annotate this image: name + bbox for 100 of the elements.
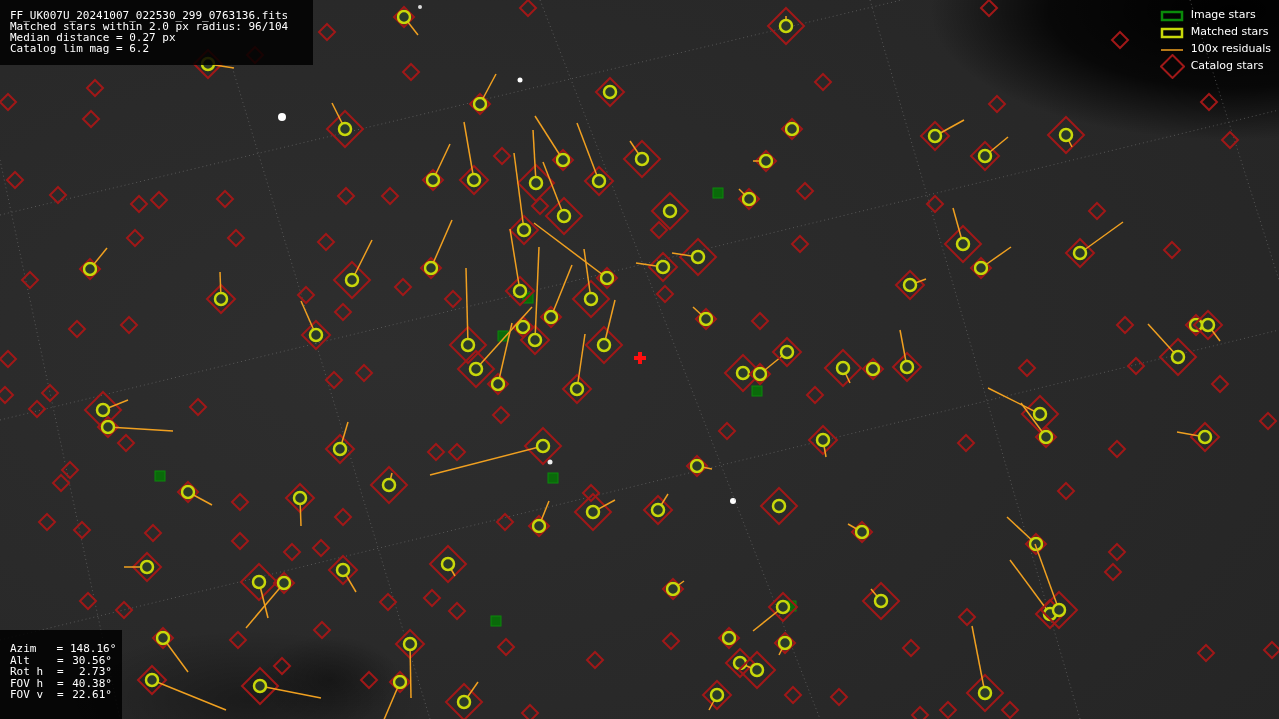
matched-star-marker bbox=[176, 480, 213, 506]
parameter-value: 40.38° bbox=[71, 677, 112, 689]
parameter-value: 30.56° bbox=[71, 654, 112, 666]
matched-star-marker bbox=[635, 251, 679, 283]
info-line: FF_UK007U_20241007_022530_299_0763136.fits bbox=[10, 10, 290, 21]
catalog-star-marker bbox=[1017, 358, 1037, 378]
matched-star-marker bbox=[421, 143, 451, 192]
parameter-value: 22.61° bbox=[71, 689, 112, 701]
parameter-label: FOV h bbox=[10, 677, 45, 689]
matched-star-marker bbox=[894, 269, 927, 301]
matched-star-marker bbox=[573, 492, 616, 532]
catalog-star-marker bbox=[60, 460, 80, 480]
catalog-star-marker bbox=[81, 109, 101, 129]
catalog-star-marker bbox=[149, 190, 169, 210]
catalog-star-marker bbox=[518, 0, 538, 18]
catalog-star-marker bbox=[585, 650, 605, 670]
matched-star-marker bbox=[392, 5, 419, 36]
catalog-star-marker bbox=[78, 591, 98, 611]
catalog-star-marker bbox=[230, 531, 250, 551]
catalog-star-marker bbox=[143, 523, 163, 543]
legend-label: Image stars bbox=[1190, 7, 1256, 24]
catalog-star-marker bbox=[443, 289, 463, 309]
matched-star-marker bbox=[1064, 221, 1124, 269]
matched-star-marker bbox=[685, 454, 713, 478]
catalog-star-marker bbox=[312, 620, 332, 640]
catalog-star-marker bbox=[72, 520, 92, 540]
matched-star-marker bbox=[205, 271, 237, 315]
catalog-star-marker bbox=[790, 234, 810, 254]
catalog-star-marker bbox=[359, 670, 379, 690]
catalog-star-marker bbox=[27, 399, 47, 419]
matched-star-marker bbox=[300, 300, 332, 351]
square-icon bbox=[1159, 8, 1185, 23]
center-cross-icon bbox=[634, 352, 646, 364]
equals-sign: = bbox=[56, 643, 65, 655]
matched-star-marker bbox=[444, 681, 484, 719]
catalog-star-marker bbox=[1110, 30, 1130, 50]
catalog-star-marker bbox=[1115, 315, 1135, 335]
catalog-star-marker bbox=[795, 181, 815, 201]
catalog-star-marker bbox=[336, 186, 356, 206]
catalog-star-marker bbox=[333, 302, 353, 322]
matched-star-marker bbox=[661, 577, 685, 601]
catalog-star-marker bbox=[910, 705, 930, 719]
catalog-star-marker bbox=[316, 232, 336, 252]
catalog-star-marker bbox=[129, 194, 149, 214]
matched-star-marker bbox=[766, 6, 806, 46]
matched-star-marker bbox=[325, 102, 365, 149]
catalog-star-marker bbox=[1056, 481, 1076, 501]
parameter-value: 2.73° bbox=[77, 666, 112, 678]
catalog-star-marker bbox=[1126, 356, 1146, 376]
catalog-star-marker bbox=[717, 421, 737, 441]
catalog-star-marker bbox=[649, 220, 669, 240]
catalog-star-marker bbox=[333, 507, 353, 527]
parameter-label: Rot h bbox=[10, 666, 45, 678]
matched-star-marker bbox=[701, 679, 733, 711]
matched-star-marker bbox=[527, 500, 551, 538]
catalog-star-marker bbox=[119, 315, 139, 335]
catalog-star-marker bbox=[938, 700, 958, 719]
equals-sign: = bbox=[57, 689, 65, 701]
catalog-star-marker bbox=[114, 600, 134, 620]
info-line: Matched stars within 2.0 px radius: 96/104 bbox=[10, 21, 290, 32]
catalog-star-marker bbox=[783, 685, 803, 705]
diamond-icon bbox=[1159, 54, 1185, 79]
legend-label: Matched stars bbox=[1190, 24, 1269, 41]
catalog-star-marker bbox=[655, 284, 675, 304]
matched-star-marker bbox=[861, 581, 901, 621]
matched-star-marker bbox=[324, 421, 356, 465]
catalog-star-marker bbox=[520, 703, 540, 719]
matched-star-marker bbox=[239, 562, 279, 619]
equals-sign: = bbox=[57, 677, 65, 689]
catalog-star-marker bbox=[750, 311, 770, 331]
matched-star-marker bbox=[468, 73, 497, 116]
matched-star-marker bbox=[737, 187, 761, 211]
matched-star-marker bbox=[594, 76, 626, 108]
catalog-star-marker bbox=[1262, 640, 1279, 660]
catalog-star-marker bbox=[0, 92, 18, 112]
catalog-star-marker bbox=[956, 433, 976, 453]
catalog-star-marker bbox=[1162, 240, 1182, 260]
catalog-star-marker bbox=[40, 383, 60, 403]
matched-star-marker bbox=[969, 136, 1009, 172]
matched-star-marker bbox=[428, 544, 468, 584]
parameter-label: FOV v bbox=[10, 689, 45, 701]
equals-sign: = bbox=[57, 654, 65, 666]
catalog-star-marker bbox=[1220, 130, 1240, 150]
catalog-star-marker bbox=[1199, 92, 1219, 112]
catalog-star-marker bbox=[5, 170, 25, 190]
catalog-star-marker bbox=[422, 588, 442, 608]
catalog-star-marker bbox=[1103, 562, 1123, 582]
catalog-star-marker bbox=[226, 228, 246, 248]
matched-star-marker bbox=[561, 333, 593, 405]
catalog-star-marker bbox=[957, 607, 977, 627]
catalog-star-marker bbox=[401, 62, 421, 82]
matched-star-marker bbox=[327, 554, 359, 593]
equals-sign: = bbox=[57, 666, 65, 678]
catalog-star-marker bbox=[378, 592, 398, 612]
catalog-star-marker bbox=[1258, 411, 1278, 431]
catalog-star-marker bbox=[354, 363, 374, 383]
catalog-star-marker bbox=[925, 194, 945, 214]
catalog-star-marker bbox=[37, 512, 57, 532]
catalog-star-marker bbox=[987, 94, 1007, 114]
catalog-star-marker bbox=[317, 22, 337, 42]
